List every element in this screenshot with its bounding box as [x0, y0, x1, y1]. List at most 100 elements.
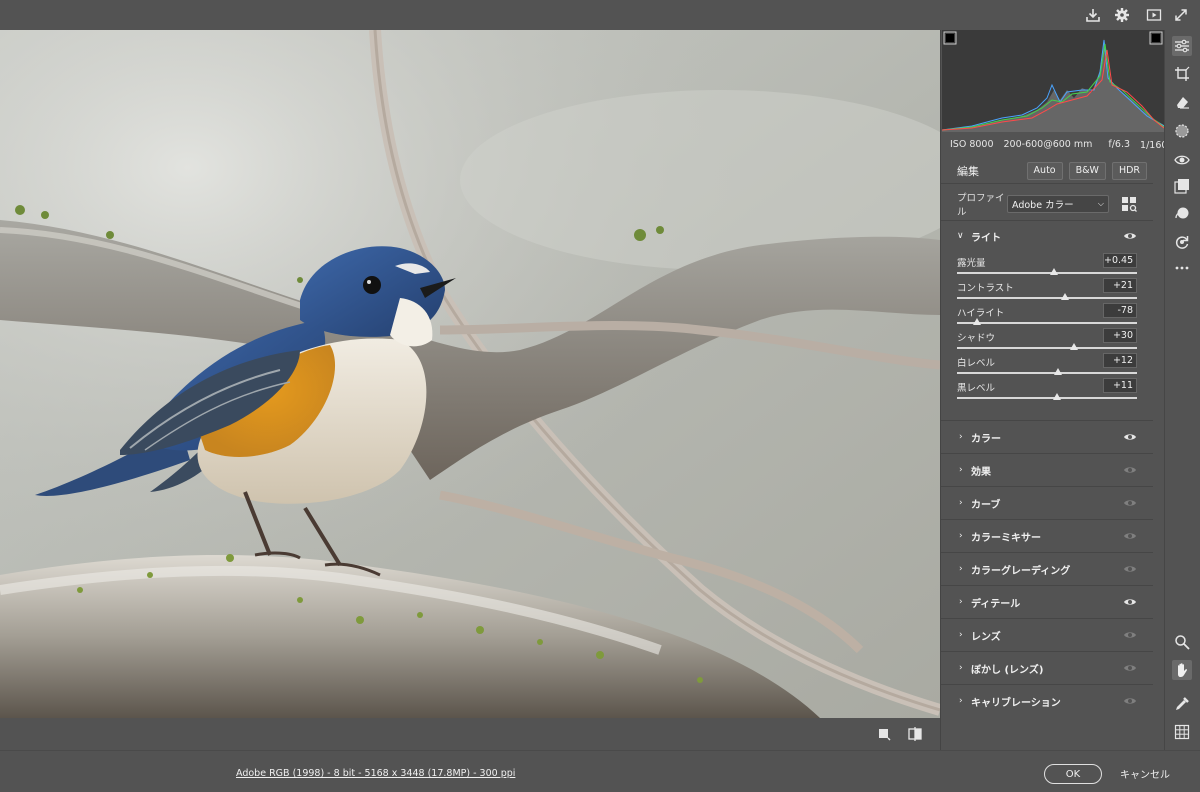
- visibility-eye-icon[interactable]: [1123, 630, 1137, 640]
- mask-circle-icon[interactable]: [1172, 121, 1192, 141]
- panel-section-header[interactable]: › カラー: [941, 420, 1153, 453]
- edit-panel: ISO 8000 200-600@600 mm f/6.3 1/1600 秒 編…: [940, 30, 1186, 750]
- panel-section-header[interactable]: › 効果: [941, 453, 1153, 486]
- exif-info: ISO 8000 200-600@600 mm f/6.3 1/1600 秒: [941, 132, 1186, 156]
- chevron-right-icon: ›: [959, 564, 963, 574]
- ok-button[interactable]: OK: [1044, 764, 1102, 784]
- panel-section-header[interactable]: › キャリブレーション: [941, 684, 1153, 717]
- panel-section-header[interactable]: › レンズ: [941, 618, 1153, 651]
- slider-row: コントラスト +21: [957, 278, 1137, 304]
- light-section: ∨ ライト 露光量 +0.45 コントラスト +21 ハイライト -78 シャドウ +30 白レ…: [941, 220, 1153, 420]
- light-section-header[interactable]: ∨ ライト: [941, 225, 1153, 247]
- panel-section-header[interactable]: › カラーグレーディング: [941, 552, 1153, 585]
- edit-sliders-icon[interactable]: [1172, 36, 1192, 56]
- slider-label: 露光量: [957, 258, 986, 269]
- bw-button[interactable]: B&W: [1068, 161, 1106, 180]
- slider-row: 黒レベル +11: [957, 378, 1137, 404]
- section-title: カラー: [971, 433, 1001, 445]
- slider-thumb[interactable]: [1052, 393, 1061, 400]
- slider-value-input[interactable]: +12: [1103, 353, 1137, 368]
- slider-track[interactable]: [957, 272, 1137, 274]
- slider-value-input[interactable]: +0.45: [1103, 253, 1137, 268]
- fullscreen-icon[interactable]: [1171, 5, 1191, 25]
- hand-icon[interactable]: [1172, 660, 1192, 680]
- slider-track[interactable]: [957, 297, 1137, 299]
- canvas-toolbar: [0, 718, 940, 750]
- slider-value-input[interactable]: -78: [1103, 303, 1137, 318]
- slider-label: コントラスト: [957, 283, 1014, 294]
- chevron-down-icon: ∨: [957, 231, 964, 241]
- crop-icon[interactable]: [1172, 64, 1192, 84]
- workflow-options-link[interactable]: Adobe RGB (1998) - 8 bit - 5168 x 3448 (…: [236, 768, 515, 779]
- exif-aperture: f/6.3: [1108, 138, 1131, 150]
- edit-header: 編集 Auto B&W HDR: [941, 158, 1153, 184]
- grid-icon[interactable]: [1172, 722, 1192, 742]
- healing-eraser-icon[interactable]: [1172, 92, 1192, 112]
- visibility-eye-icon[interactable]: [1123, 564, 1137, 574]
- panel-section-header[interactable]: › カーブ: [941, 486, 1153, 519]
- profile-browser-icon[interactable]: [1121, 196, 1137, 212]
- visibility-eye-icon[interactable]: [1123, 432, 1137, 442]
- panel-section-header[interactable]: › カラーミキサー: [941, 519, 1153, 552]
- slider-label: 白レベル: [957, 358, 996, 369]
- visibility-eye-icon[interactable]: [1123, 696, 1137, 706]
- visibility-eye-icon[interactable]: [1123, 663, 1137, 673]
- slider-label: 黒レベル: [957, 383, 996, 394]
- section-title: 効果: [971, 466, 991, 478]
- panel-section-header[interactable]: › ぼかし (レンズ): [941, 651, 1153, 684]
- slider-value-input[interactable]: +11: [1103, 378, 1137, 393]
- slider-value-input[interactable]: +21: [1103, 278, 1137, 293]
- histogram: [941, 30, 1165, 132]
- settings-gear-icon[interactable]: [1112, 5, 1132, 25]
- edit-title: 編集: [957, 164, 979, 178]
- eyedropper-icon[interactable]: [1172, 694, 1192, 714]
- chevron-right-icon: ›: [959, 531, 963, 541]
- slider-thumb[interactable]: [1061, 293, 1069, 300]
- tool-strip: [1164, 30, 1200, 750]
- visibility-eye-icon[interactable]: [1123, 465, 1137, 475]
- slider-value-input[interactable]: +30: [1103, 328, 1137, 343]
- slider-row: シャドウ +30: [957, 328, 1137, 354]
- profile-row: プロファイル Adobe カラー ⌵: [941, 190, 1153, 218]
- auto-button[interactable]: Auto: [1026, 161, 1063, 180]
- chevron-right-icon: ›: [959, 597, 963, 607]
- profile-select[interactable]: Adobe カラー ⌵: [1007, 195, 1109, 213]
- footer: Adobe RGB (1998) - 8 bit - 5168 x 3448 (…: [0, 750, 1200, 792]
- more-icon[interactable]: [1172, 258, 1192, 278]
- slider-thumb[interactable]: [972, 318, 981, 325]
- section-title: カーブ: [971, 499, 1001, 511]
- slider-thumb[interactable]: [1050, 268, 1059, 275]
- red-eye-icon[interactable]: [1172, 150, 1192, 170]
- panel-section-header[interactable]: › ディテール: [941, 585, 1153, 618]
- visibility-eye-icon[interactable]: [1123, 597, 1137, 607]
- visibility-eye-icon[interactable]: [1123, 498, 1137, 508]
- view-mode-icon[interactable]: [874, 724, 894, 744]
- hdr-button[interactable]: HDR: [1111, 161, 1147, 180]
- chevron-down-icon: ⌵: [1097, 199, 1104, 208]
- slider-track[interactable]: [957, 347, 1137, 349]
- zoom-icon[interactable]: [1172, 632, 1192, 652]
- save-icon[interactable]: [1083, 5, 1103, 25]
- slider-track[interactable]: [957, 397, 1137, 399]
- photo-canvas[interactable]: [0, 30, 940, 718]
- profile-select-value: Adobe カラー: [1012, 200, 1074, 211]
- section-title: ディテール: [971, 598, 1021, 610]
- refresh-icon[interactable]: [1172, 232, 1192, 252]
- slider-thumb[interactable]: [1053, 368, 1062, 375]
- cancel-button[interactable]: キャンセル: [1120, 766, 1170, 781]
- slider-track[interactable]: [957, 322, 1137, 324]
- visibility-eye-icon[interactable]: [1123, 531, 1137, 541]
- visibility-eye-icon[interactable]: [1123, 231, 1137, 241]
- slider-track[interactable]: [957, 372, 1137, 374]
- before-after-icon[interactable]: [905, 724, 925, 744]
- presets-icon[interactable]: [1172, 176, 1192, 196]
- chevron-right-icon: ›: [959, 696, 963, 706]
- exif-lens: 200-600@600 mm: [1003, 138, 1093, 150]
- slider-thumb[interactable]: [1070, 343, 1078, 350]
- snapshot-icon[interactable]: [1172, 204, 1192, 224]
- slider-label: ハイライト: [957, 308, 1005, 319]
- slideshow-icon[interactable]: [1144, 5, 1164, 25]
- slider-row: 露光量 +0.45: [957, 253, 1137, 279]
- section-title: キャリブレーション: [971, 697, 1061, 709]
- chevron-right-icon: ›: [959, 465, 963, 475]
